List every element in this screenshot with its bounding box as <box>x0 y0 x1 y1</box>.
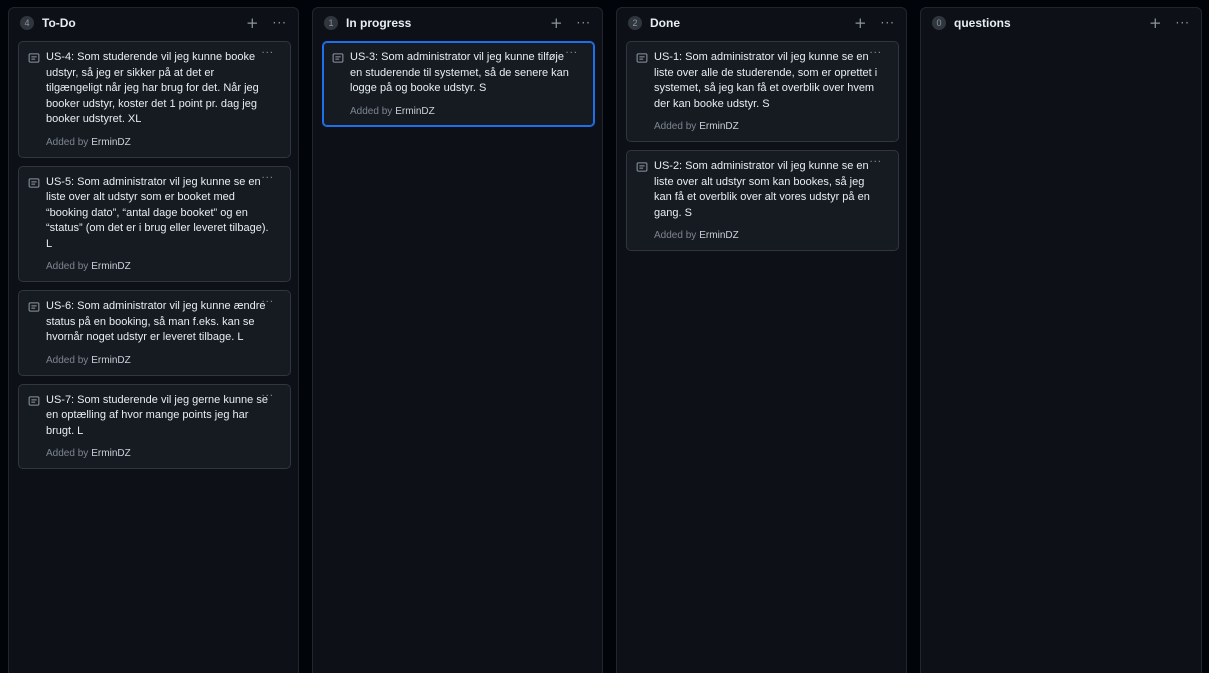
card-menu-button[interactable]: ··· <box>863 47 888 60</box>
author-link[interactable]: ErminDZ <box>699 121 738 132</box>
author-link[interactable]: ErminDZ <box>91 137 130 148</box>
card-title[interactable]: US-1: Som administrator vil jeg kunne se… <box>654 50 886 112</box>
card-us-2[interactable]: US-2: Som administrator vil jeg kunne se… <box>626 150 899 251</box>
card-footer: Added by ErminDZ <box>28 355 278 366</box>
card-list <box>921 38 1201 41</box>
column-done: 2 Done + ··· US-1: Som administrator vil… <box>616 7 907 673</box>
card-footer: Added by ErminDZ <box>636 121 886 132</box>
card-footer: Added by ErminDZ <box>28 261 278 272</box>
card-footer: Added by ErminDZ <box>28 137 278 148</box>
note-icon <box>28 395 40 406</box>
card-menu-button[interactable]: ··· <box>863 156 888 169</box>
add-item-button[interactable]: + <box>1146 13 1165 32</box>
ellipsis-icon: ··· <box>261 172 274 184</box>
author-link[interactable]: ErminDZ <box>699 230 738 241</box>
card-us-4[interactable]: US-4: Som studerende vil jeg kunne booke… <box>18 41 291 158</box>
note-icon <box>28 177 40 188</box>
note-icon <box>636 53 648 63</box>
note-icon <box>332 53 344 63</box>
add-item-button[interactable]: + <box>243 13 262 32</box>
ellipsis-icon: ··· <box>261 48 274 59</box>
added-by-label: Added by <box>46 354 89 366</box>
card-title[interactable]: US-6: Som administrator vil jeg kunne æn… <box>46 299 278 346</box>
column-menu-button[interactable]: ··· <box>1173 17 1193 29</box>
ellipsis-icon: ··· <box>1175 16 1190 30</box>
column-menu-button[interactable]: ··· <box>574 17 594 29</box>
column-count-badge: 0 <box>932 16 946 30</box>
author-link[interactable]: ErminDZ <box>91 448 130 459</box>
column-count-badge: 2 <box>628 16 642 30</box>
added-by-label: Added by <box>46 136 89 148</box>
card-footer: Added by ErminDZ <box>636 230 886 241</box>
column-header: 0 questions + ··· <box>921 8 1201 38</box>
column-questions: 0 questions + ··· <box>920 7 1202 673</box>
note-icon <box>28 302 40 312</box>
author-link[interactable]: ErminDZ <box>91 355 130 366</box>
card-title[interactable]: US-2: Som administrator vil jeg kunne se… <box>654 159 886 221</box>
note-icon <box>636 162 648 172</box>
column-header: 4 To-Do + ··· <box>9 8 298 38</box>
card-menu-button[interactable]: ··· <box>559 47 584 60</box>
column-menu-button[interactable]: ··· <box>270 17 290 29</box>
column-count-badge: 1 <box>324 16 338 30</box>
plus-icon: + <box>1148 13 1162 32</box>
ellipsis-icon: ··· <box>576 16 591 30</box>
card-title[interactable]: US-3: Som administrator vil jeg kunne ti… <box>350 50 582 97</box>
plus-icon: + <box>245 13 259 32</box>
column-title[interactable]: questions <box>954 16 1138 30</box>
project-board: 4 To-Do + ··· US-4: Som studerende vil j… <box>0 0 1209 673</box>
plus-icon: + <box>853 13 867 32</box>
ellipsis-icon: ··· <box>261 297 274 308</box>
card-menu-button[interactable]: ··· <box>255 47 280 60</box>
added-by-label: Added by <box>350 105 393 117</box>
ellipsis-icon: ··· <box>880 16 895 30</box>
plus-icon: + <box>549 13 563 32</box>
column-in-progress: 1 In progress + ··· US-3: Som administra… <box>312 7 603 673</box>
column-header: 1 In progress + ··· <box>313 8 602 38</box>
added-by-label: Added by <box>46 448 89 459</box>
note-icon <box>28 53 40 63</box>
card-us-1[interactable]: US-1: Som administrator vil jeg kunne se… <box>626 41 899 142</box>
add-item-button[interactable]: + <box>851 13 870 32</box>
card-us-5[interactable]: US-5: Som administrator vil jeg kunne se… <box>18 165 291 282</box>
added-by-label: Added by <box>654 121 697 132</box>
card-list: US-4: Som studerende vil jeg kunne booke… <box>9 38 298 469</box>
author-link[interactable]: ErminDZ <box>91 261 130 272</box>
column-menu-button[interactable]: ··· <box>878 17 898 29</box>
card-us-6[interactable]: US-6: Som administrator vil jeg kunne æn… <box>18 290 291 376</box>
ellipsis-icon: ··· <box>272 16 287 30</box>
card-us-7[interactable]: US-7: Som studerende vil jeg gerne kunne… <box>18 383 291 469</box>
card-title[interactable]: US-5: Som administrator vil jeg kunne se… <box>46 175 278 253</box>
card-title[interactable]: US-7: Som studerende vil jeg gerne kunne… <box>46 393 278 440</box>
column-count-badge: 4 <box>20 16 34 30</box>
card-us-3[interactable]: US-3: Som administrator vil jeg kunne ti… <box>322 41 595 127</box>
author-link[interactable]: ErminDZ <box>395 106 434 117</box>
card-menu-button[interactable]: ··· <box>255 390 280 403</box>
add-item-button[interactable]: + <box>547 13 566 32</box>
card-list: US-1: Som administrator vil jeg kunne se… <box>617 38 906 251</box>
ellipsis-icon: ··· <box>565 48 578 59</box>
card-title[interactable]: US-4: Som studerende vil jeg kunne booke… <box>46 50 278 128</box>
ellipsis-icon: ··· <box>869 48 882 59</box>
column-title[interactable]: In progress <box>346 16 539 30</box>
card-footer: Added by ErminDZ <box>28 448 278 459</box>
column-title[interactable]: To-Do <box>42 16 235 30</box>
card-footer: Added by ErminDZ <box>332 106 582 117</box>
card-menu-button[interactable]: ··· <box>255 296 280 309</box>
column-title[interactable]: Done <box>650 16 843 30</box>
column-header: 2 Done + ··· <box>617 8 906 38</box>
added-by-label: Added by <box>46 261 89 272</box>
card-menu-button[interactable]: ··· <box>255 172 280 185</box>
added-by-label: Added by <box>654 230 697 241</box>
ellipsis-icon: ··· <box>261 390 274 402</box>
column-to-do: 4 To-Do + ··· US-4: Som studerende vil j… <box>8 7 299 673</box>
ellipsis-icon: ··· <box>869 157 882 168</box>
card-list: US-3: Som administrator vil jeg kunne ti… <box>313 38 602 127</box>
